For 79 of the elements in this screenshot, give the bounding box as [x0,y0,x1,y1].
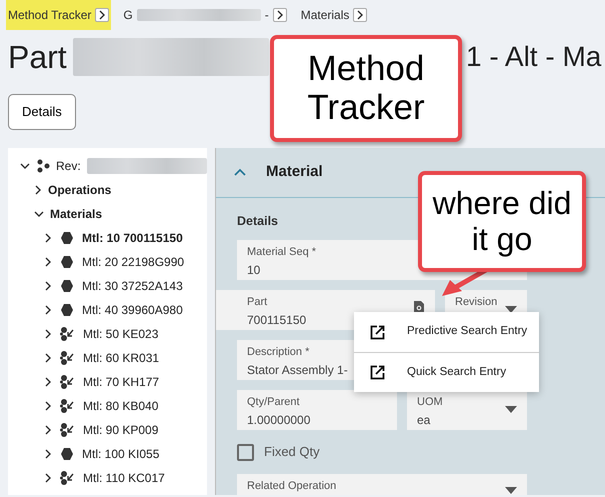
tree-item-label[interactable]: Mtl: 20 22198G990 [82,252,184,270]
chevron-icon[interactable] [44,472,52,482]
field-value: 700115150 [247,312,306,329]
tree-item-label[interactable]: Materials [50,204,102,222]
open-external-icon [370,324,385,340]
menu-item[interactable]: Predictive Search Entry [354,312,539,352]
panel-title: Material [266,162,323,182]
callout-tooltip: Method Tracker [270,35,462,142]
field-value: Stator Assembly 1- [247,362,348,379]
breadcrumb-link[interactable]: Method Tracker [8,6,92,24]
chevron-icon[interactable] [44,424,52,434]
chevron-icon[interactable] [44,280,52,290]
field-label: Related Operation [247,478,336,494]
chevron-icon[interactable] [95,8,110,22]
tree-item-label[interactable]: Mtl: 90 KP009 [83,420,158,438]
field-value: 1.00000000 [247,412,310,429]
tree-item-label[interactable]: Mtl: 60 KR031 [83,348,160,366]
page-title: Part [8,38,67,77]
details-button[interactable]: Details [8,94,76,130]
open-external-icon [370,365,385,380]
breadcrumb-link[interactable]: Materials [300,6,350,24]
hexagon-icon [60,302,74,316]
tree-item-label[interactable]: Mtl: 110 KC017 [83,468,165,486]
search-icon[interactable] [413,300,425,314]
assembly-icon [60,470,75,484]
assembly-icon [60,350,75,364]
tree-item-label[interactable]: Operations [48,180,112,198]
hexagon-icon [60,230,74,244]
tree-item-label[interactable]: Mtl: 10 700115150 [82,228,183,246]
collapse-icon[interactable] [234,168,246,176]
field-label: Material Seq * [247,245,316,260]
breadcrumb-link[interactable]: - [264,6,269,24]
assembly-icon [60,398,75,412]
chevron-icon[interactable] [44,304,52,314]
tree-item-label[interactable]: Mtl: 30 37252A143 [82,276,183,294]
field-label: Description * [247,345,310,360]
breadcrumb-link[interactable]: G [123,6,133,24]
callout-tooltip: where did it go [418,171,586,272]
field-label: UOM [417,395,443,410]
dropdown-field[interactable]: Related Operation [237,474,527,494]
tree-item-label[interactable]: Mtl: 80 KB040 [83,396,158,414]
checkbox[interactable] [237,444,254,460]
checkbox-label: Fixed Qty [264,443,320,462]
chevron-icon[interactable] [34,184,42,194]
menu-item[interactable]: Quick Search Entry [354,352,539,392]
chevron-icon[interactable] [44,400,52,410]
assembly-icon [60,326,75,340]
assembly-icon [60,374,75,388]
chevron-icon[interactable] [353,8,368,22]
hexagon-icon [60,254,74,268]
tree-item-label[interactable]: Rev: [56,156,81,174]
chevron-icon[interactable] [34,210,44,218]
dropdown-field[interactable]: UOM ea [407,390,527,430]
chevron-icon[interactable] [44,256,52,266]
caret-icon [505,406,517,414]
chevron-icon[interactable] [20,162,30,170]
chevron-icon[interactable] [44,328,52,338]
hexagon-icon [60,278,74,292]
chevron-icon[interactable] [44,376,52,386]
tree-item-label[interactable]: Mtl: 50 KE023 [83,324,158,342]
tree-item-label[interactable]: Mtl: 70 KH177 [83,372,160,390]
section-title: Details [237,212,279,230]
field-value: 10 [247,262,260,279]
chevron-icon[interactable] [272,8,287,22]
field-label: Revision [455,295,498,310]
input-field[interactable]: Qty/Parent 1.00000000 [237,390,397,430]
nodes-icon [36,158,50,172]
chevron-icon[interactable] [44,232,52,242]
chevron-icon[interactable] [44,448,52,458]
assembly-icon [60,422,75,436]
field-label: Part [247,295,268,310]
caret-icon [505,486,517,494]
field-label: Qty/Parent [247,395,300,410]
field-value: ea [417,412,430,429]
tree-item-label[interactable]: Mtl: 100 KI055 [82,444,160,462]
tree-item-label[interactable]: Mtl: 40 39960A980 [82,300,183,318]
chevron-icon[interactable] [44,352,52,362]
hexagon-icon [60,446,74,460]
page-title: 1 - Alt - Ma [466,40,602,74]
